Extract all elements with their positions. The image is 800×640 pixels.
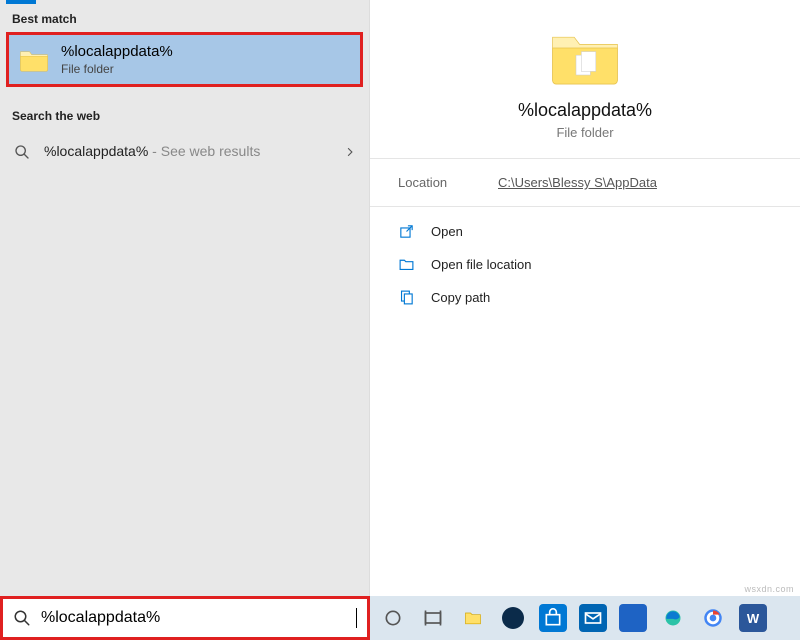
chevron-right-icon [345,147,355,157]
action-open-location[interactable]: Open file location [386,248,784,281]
actions-list: Open Open file location Copy path [370,207,800,314]
action-label: Copy path [431,290,490,305]
search-icon [14,144,30,160]
bottom-bar: W [0,596,800,640]
text-caret [356,608,357,628]
taskbar-chrome[interactable] [696,601,730,635]
taskbar-store[interactable] [536,601,570,635]
best-match-text: %localappdata% File folder [61,43,173,76]
watermark: wsxdn.com [744,584,794,594]
tab-strip [0,0,369,4]
taskbar-app-dell[interactable] [496,601,530,635]
folder-location-icon [398,256,415,273]
action-copy-path[interactable]: Copy path [386,281,784,314]
taskbar-file-explorer[interactable] [456,601,490,635]
results-pane: Best match %localappdata% File folder Se… [0,0,370,596]
search-web-header: Search the web [0,101,369,129]
search-icon [13,609,31,627]
active-tab-indicator [6,0,36,4]
action-open[interactable]: Open [386,215,784,248]
preview-title: %localappdata% [390,100,780,121]
taskbar-mail[interactable] [576,601,610,635]
open-icon [398,223,415,240]
folder-icon [549,28,621,86]
taskbar-app-blue[interactable] [616,601,650,635]
best-match-result[interactable]: %localappdata% File folder [6,32,363,87]
best-match-subtitle: File folder [61,62,173,76]
cortana-button[interactable] [376,601,410,635]
action-label: Open [431,224,463,239]
preview-pane: %localappdata% File folder Location C:\U… [370,0,800,596]
taskbar-word[interactable]: W [736,601,770,635]
preview-type: File folder [390,125,780,140]
search-input[interactable] [41,609,356,627]
location-label: Location [398,175,498,190]
task-view-button[interactable] [416,601,450,635]
web-search-result[interactable]: %localappdata% - See web results [0,133,369,171]
web-result-hint: - See web results [148,143,260,159]
copy-icon [398,289,415,306]
action-label: Open file location [431,257,531,272]
taskbar: W [370,596,800,640]
best-match-title: %localappdata% [61,43,173,60]
folder-icon [19,47,49,73]
web-result-term: %localappdata% [44,143,148,159]
search-box[interactable] [0,596,370,640]
location-link[interactable]: C:\Users\Blessy S\AppData [498,175,657,190]
taskbar-edge[interactable] [656,601,690,635]
best-match-header: Best match [0,4,369,32]
location-row: Location C:\Users\Blessy S\AppData [370,159,800,206]
